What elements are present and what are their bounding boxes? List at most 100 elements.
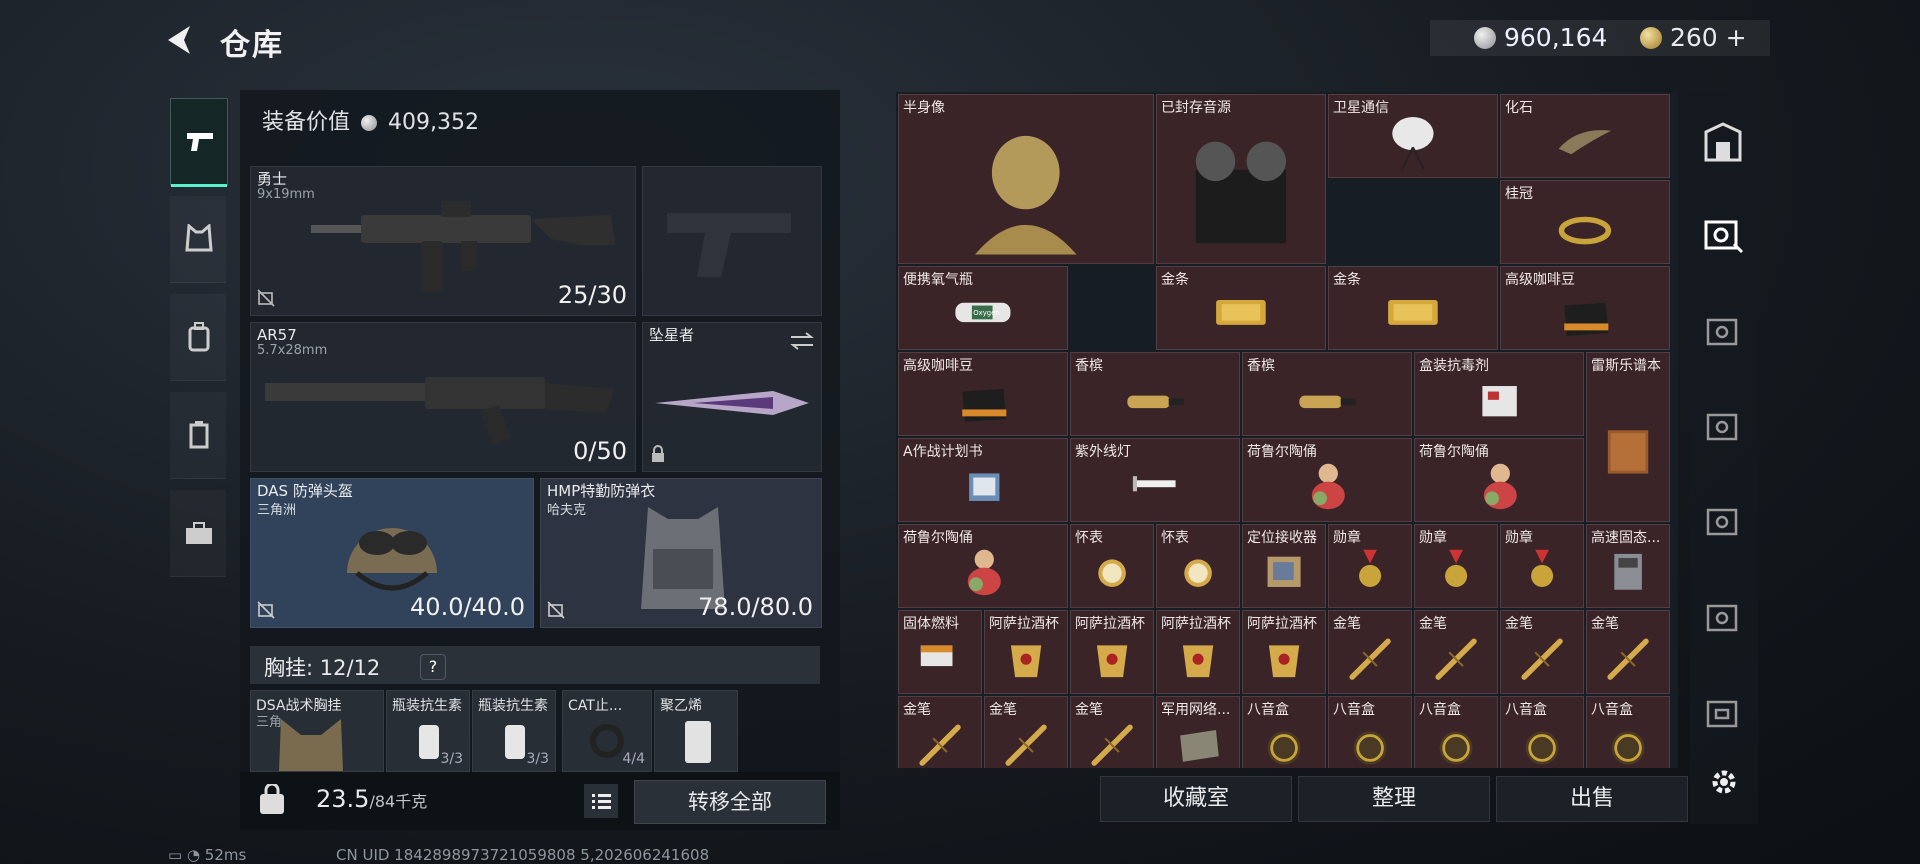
list-view-button[interactable] xyxy=(584,784,618,818)
sort-button[interactable]: 整理 xyxy=(1298,776,1490,822)
stash-item[interactable]: 荷鲁尔陶俑 xyxy=(1414,438,1584,522)
stash-page-icon[interactable] xyxy=(1700,405,1746,449)
help-button[interactable]: ? xyxy=(420,654,446,680)
rig-item[interactable]: CAT止... 4/4 xyxy=(562,690,652,772)
stash-item[interactable]: 阿萨拉酒杯 xyxy=(1156,610,1240,694)
helmet-durability: 40.0/40.0 xyxy=(410,593,525,621)
chest-rig-capacity: 胸挂: 12/12 xyxy=(264,656,381,680)
stash-item[interactable]: 金笔 xyxy=(1586,610,1670,694)
stash-item[interactable]: 勋章 xyxy=(1500,524,1584,608)
stash-page-icon[interactable] xyxy=(1700,692,1746,736)
stash-page-icon[interactable] xyxy=(1700,214,1746,258)
tab-toolbox[interactable] xyxy=(170,490,226,577)
stash-item[interactable]: 金笔 xyxy=(1070,696,1154,768)
stash-item[interactable]: 勋章 xyxy=(1328,524,1412,608)
stash-item-name: 雷斯乐谱本 xyxy=(1591,358,1661,374)
stash-item[interactable]: 阿萨拉酒杯 xyxy=(984,610,1068,694)
stash-item[interactable]: 八音盒 xyxy=(1500,696,1584,768)
melee-slot[interactable]: 坠星者 xyxy=(642,322,822,472)
stash-item[interactable]: 怀表 xyxy=(1156,524,1240,608)
bust-icon xyxy=(975,135,1077,254)
armor-slot[interactable]: HMP特勤防弹衣 哈夫克 78.0/80.0 xyxy=(540,478,822,628)
stash-item[interactable]: 阿萨拉酒杯 xyxy=(1070,610,1154,694)
rig-item[interactable]: 聚乙烯 xyxy=(654,690,738,772)
helmet-slot[interactable]: DAS 防弹头盔 三角洲 40.0/40.0 xyxy=(250,478,534,628)
secondary-weapon-slot[interactable]: AR57 5.7x28mm 0/50 xyxy=(250,322,636,472)
back-arrow-icon[interactable] xyxy=(160,22,200,58)
stash-item[interactable]: 化石 xyxy=(1500,94,1670,178)
transfer-all-button[interactable]: 转移全部 xyxy=(634,780,826,824)
stash-item[interactable]: 紫外线灯 xyxy=(1070,438,1240,522)
gold-icon xyxy=(1388,300,1438,326)
stash-item[interactable]: 金笔 xyxy=(1500,610,1584,694)
stash-item[interactable]: 香槟 xyxy=(1070,352,1240,436)
stash-item[interactable]: 怀表 xyxy=(1070,524,1154,608)
stash-item[interactable]: 金条 xyxy=(1156,266,1326,350)
stash-item[interactable]: 勋章 xyxy=(1414,524,1498,608)
lock-icon xyxy=(652,445,664,462)
stash-item[interactable]: 金笔 xyxy=(1328,610,1412,694)
tab-case[interactable] xyxy=(170,392,226,479)
backpack-icon xyxy=(188,322,210,352)
coffee-icon xyxy=(1564,303,1609,337)
stash-item[interactable]: 荷鲁尔陶俑 xyxy=(898,524,1068,608)
stash-item[interactable]: 桂冠 xyxy=(1500,180,1670,264)
tab-chest-rig[interactable] xyxy=(170,196,226,283)
silver-coin-icon xyxy=(361,115,378,131)
no-insurance-icon xyxy=(257,289,275,307)
stash-item[interactable]: 盒装抗毒剂 xyxy=(1414,352,1584,436)
musicbox-icon xyxy=(1525,731,1559,765)
pistol-slot[interactable] xyxy=(642,166,822,316)
silver-coin-icon xyxy=(1474,27,1496,49)
armor-name: HMP特勤防弹衣 xyxy=(547,482,656,500)
stash-item[interactable]: 便携氧气瓶 Oxygen xyxy=(898,266,1068,350)
stash-item[interactable]: 金笔 xyxy=(984,696,1068,768)
stash-item[interactable]: 卫星通信 xyxy=(1328,94,1498,178)
tab-backpack[interactable] xyxy=(170,294,226,381)
cup-icon xyxy=(1096,645,1128,678)
carry-weight: 23.5/84千克 xyxy=(316,785,428,813)
no-insurance-icon xyxy=(257,601,275,619)
stash-item[interactable]: 金笔 xyxy=(1414,610,1498,694)
stash-item[interactable]: 军用网络... xyxy=(1156,696,1240,768)
swap-icon[interactable] xyxy=(789,331,815,351)
pen-icon xyxy=(1091,724,1133,767)
stash-item[interactable]: 高级咖啡豆 xyxy=(1500,266,1670,350)
collection-room-button[interactable]: 收藏室 xyxy=(1100,776,1292,822)
stash-item[interactable]: 八音盒 xyxy=(1414,696,1498,768)
stash-item[interactable]: 定位接收器 xyxy=(1242,524,1326,608)
stash-item[interactable]: 香槟 xyxy=(1242,352,1412,436)
sell-button[interactable]: 出售 xyxy=(1496,776,1688,822)
stash-page-icon[interactable] xyxy=(1700,310,1746,354)
tab-weapons[interactable] xyxy=(170,98,228,187)
add-tokens-button[interactable]: + xyxy=(1726,23,1747,52)
stash-item[interactable]: 已封存音源 xyxy=(1156,94,1326,264)
safe-room-icon[interactable] xyxy=(1700,120,1746,164)
rig-item[interactable]: 瓶装抗生素 3/3 xyxy=(472,690,556,772)
stash-item[interactable]: 荷鲁尔陶俑 xyxy=(1242,438,1412,522)
stash-page-icon[interactable] xyxy=(1700,500,1746,544)
stash-item[interactable]: 固体燃料 xyxy=(898,610,982,694)
stash-item[interactable]: 八音盒 xyxy=(1586,696,1670,768)
stash-page-icon[interactable] xyxy=(1700,596,1746,640)
stash-item[interactable]: 高速固态... xyxy=(1586,524,1670,608)
stash-item[interactable]: A作战计划书 xyxy=(898,438,1068,522)
stash-item[interactable]: 金笔 xyxy=(898,696,982,768)
stash-item[interactable]: 阿萨拉酒杯 xyxy=(1242,610,1326,694)
rig-item[interactable]: DSA战术胸挂 三角 xyxy=(250,690,384,772)
stash-item[interactable]: 金条 xyxy=(1328,266,1498,350)
stash-item[interactable]: 八音盒 xyxy=(1328,696,1412,768)
vest-icon xyxy=(185,224,213,252)
musicbox-icon xyxy=(1439,731,1473,765)
pistol-icon xyxy=(187,133,213,151)
bottle-icon xyxy=(1127,396,1184,409)
token-amount: 260 + xyxy=(1670,23,1747,52)
rig-item[interactable]: 瓶装抗生素 3/3 xyxy=(386,690,470,772)
settings-gear-icon[interactable] xyxy=(1708,766,1740,798)
primary-weapon-slot[interactable]: 勇士 9x19mm 25/30 xyxy=(250,166,636,316)
stash-item[interactable]: 半身像 xyxy=(898,94,1154,264)
stash-item[interactable]: 雷斯乐谱本 xyxy=(1586,352,1670,522)
stash-item[interactable]: 高级咖啡豆 xyxy=(898,352,1068,436)
smg-icon xyxy=(265,377,615,445)
stash-item[interactable]: 八音盒 xyxy=(1242,696,1326,768)
